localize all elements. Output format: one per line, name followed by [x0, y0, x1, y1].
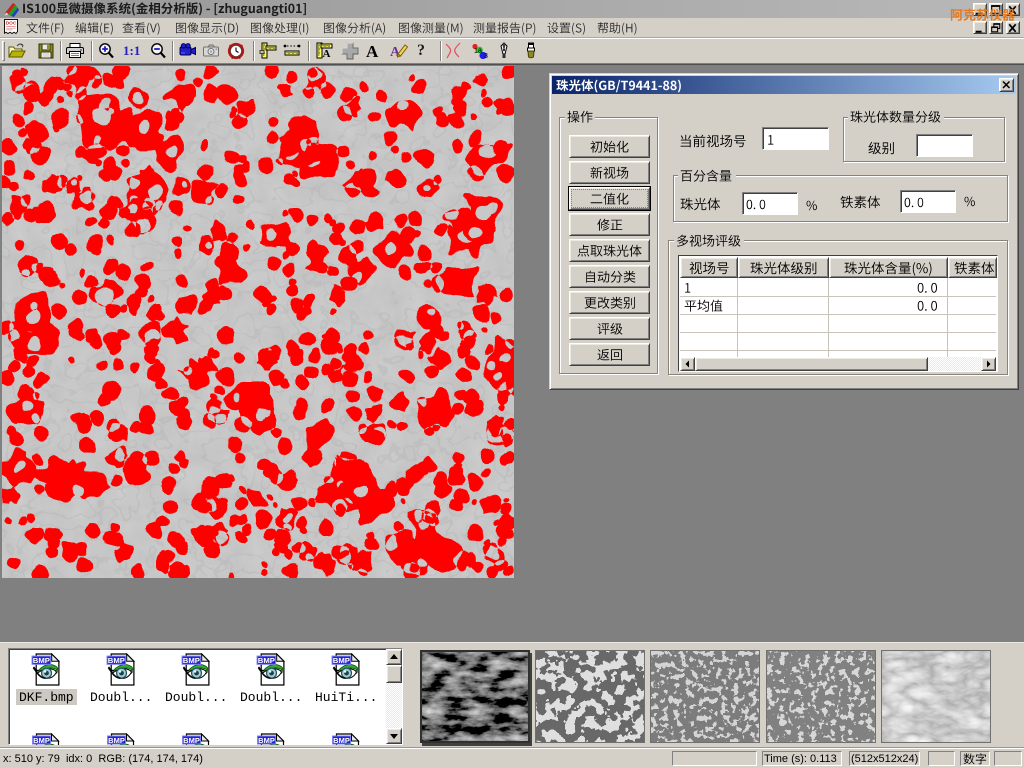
svg-text:A: A: [323, 48, 331, 60]
svg-text:DOC: DOC: [6, 21, 17, 27]
svg-text:3: 3: [484, 53, 488, 59]
svg-text:a: a: [478, 48, 482, 55]
